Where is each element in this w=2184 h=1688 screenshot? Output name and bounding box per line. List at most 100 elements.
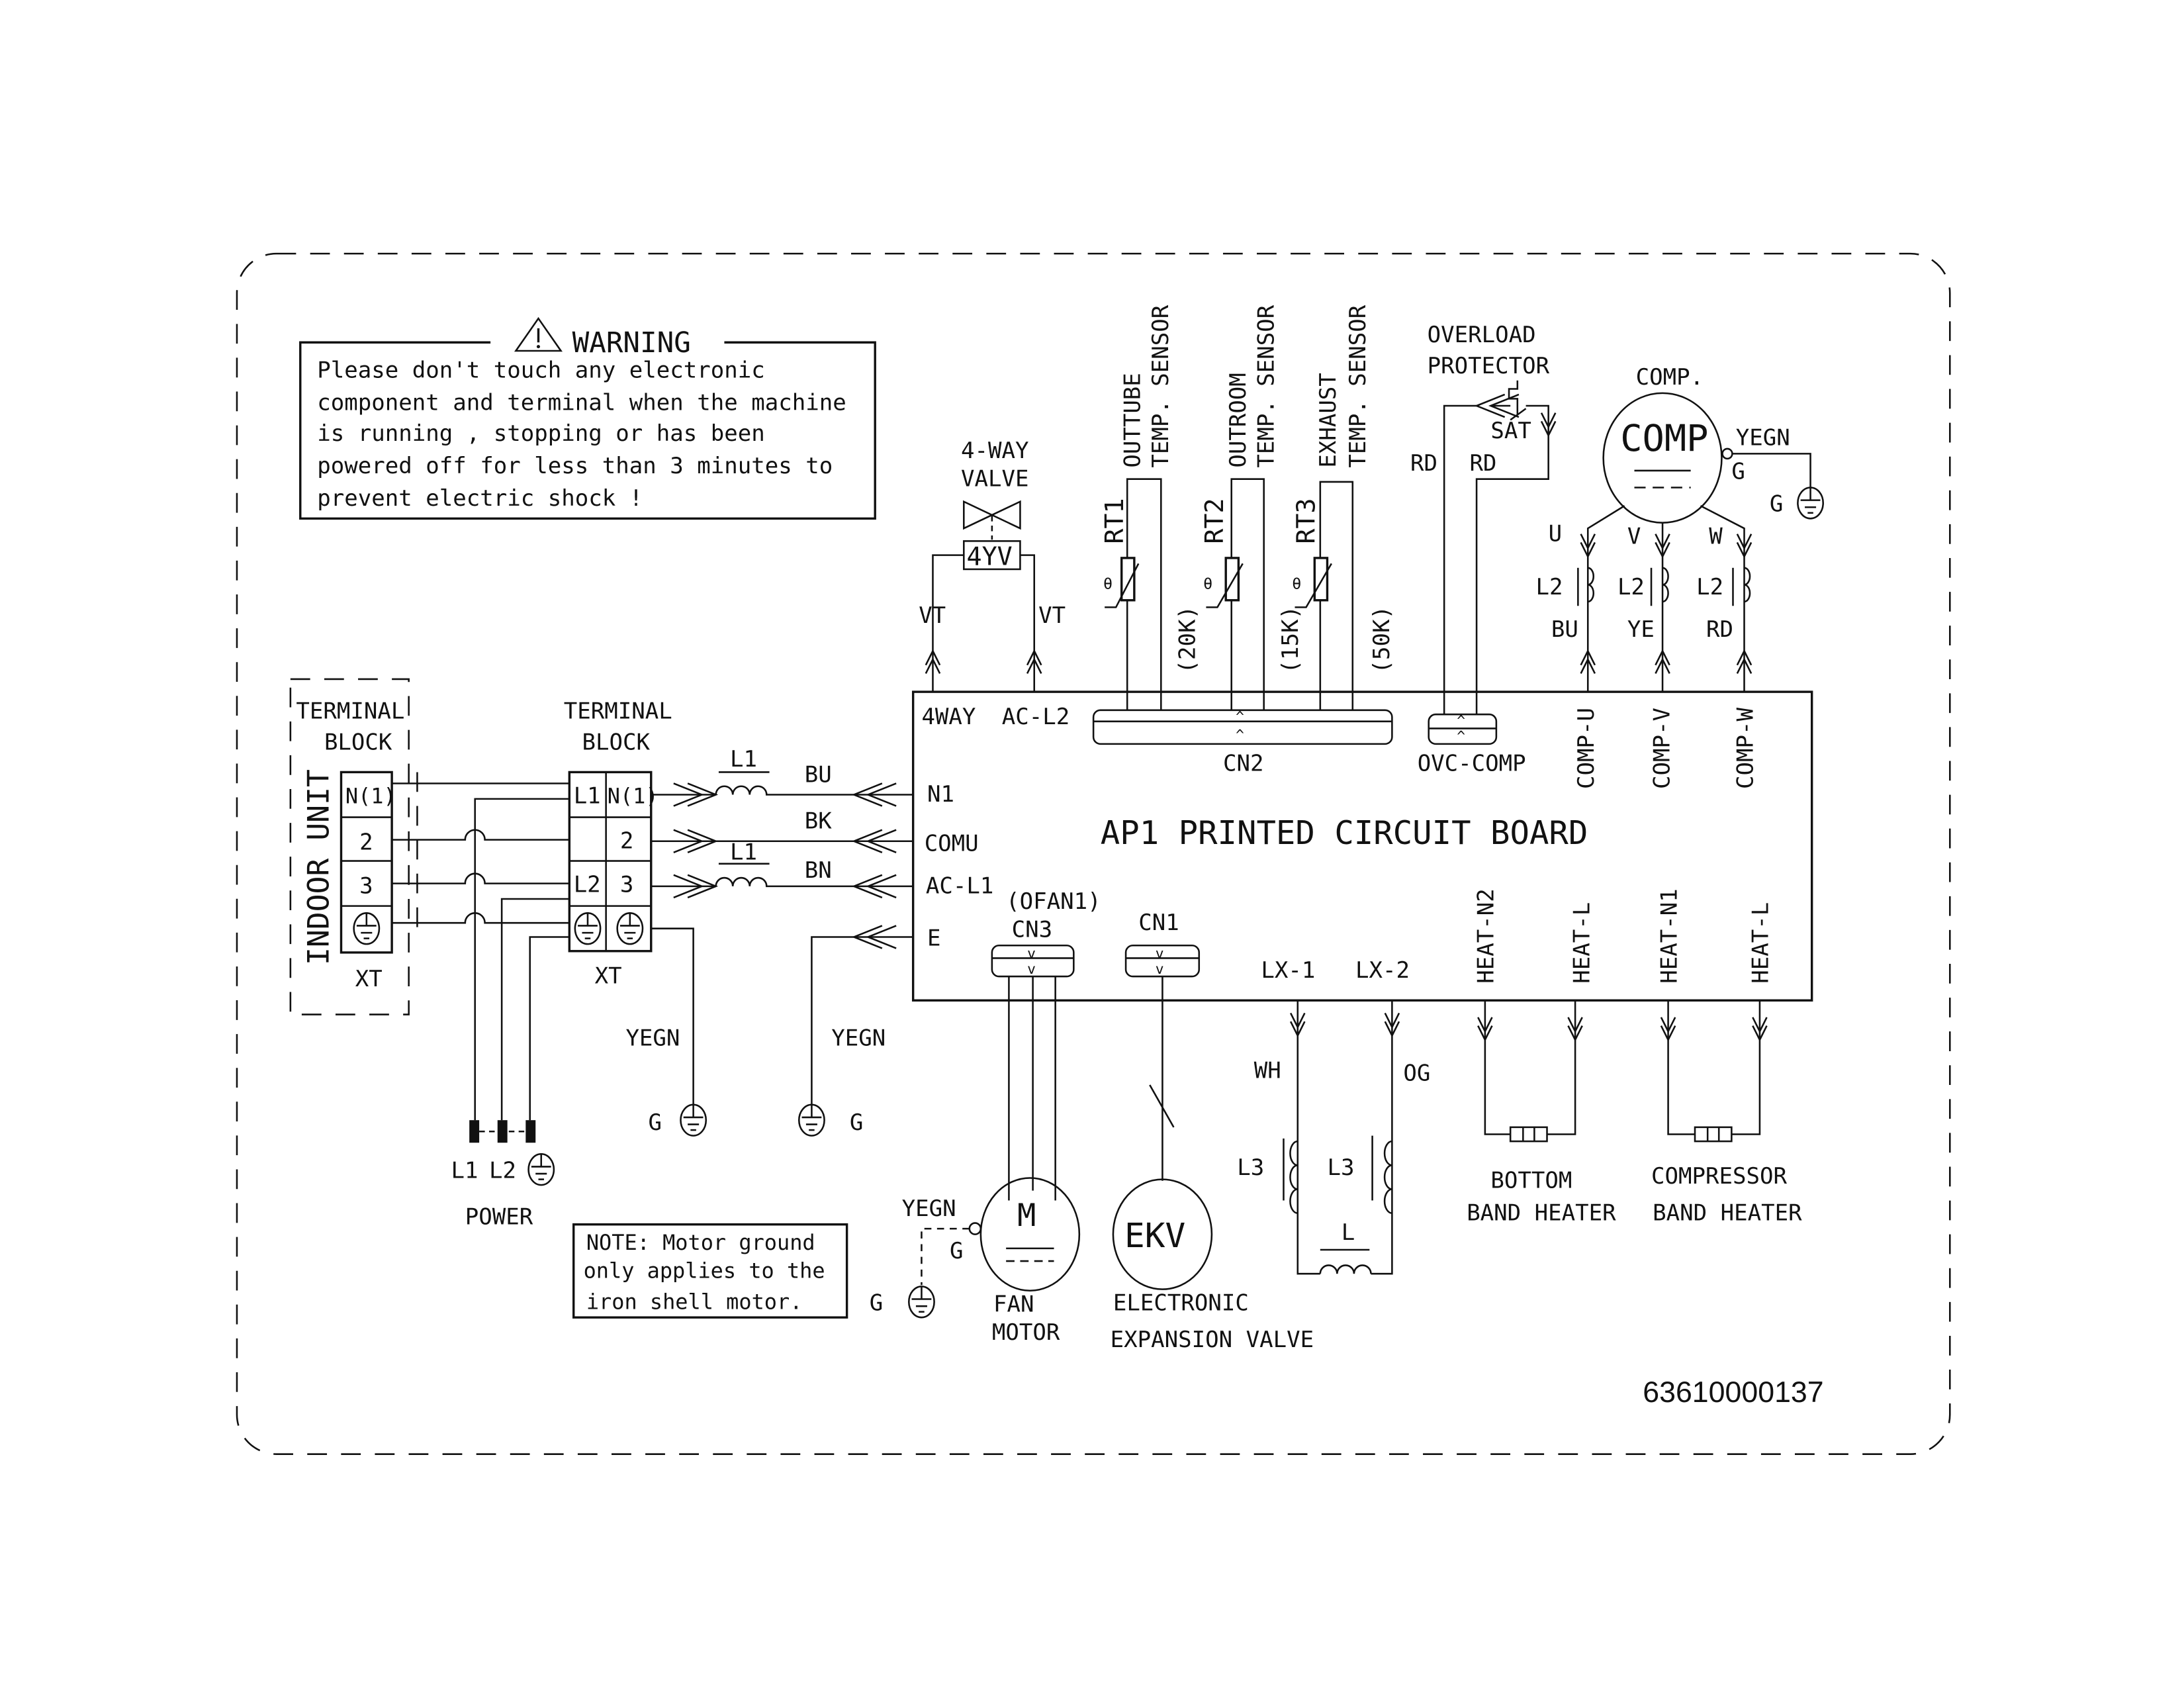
- inductor-l2: [1577, 567, 1751, 606]
- heater-label: COMPRESSOR: [1651, 1163, 1787, 1190]
- power-terminals: L1 L2 POWER: [451, 1120, 555, 1231]
- compressor: COMP. COMP YEGN G G U V W L2 L2 L2 BU YE…: [1535, 364, 1824, 692]
- warning-line: Please don't touch any electronic: [317, 357, 764, 383]
- ekv-label: EXPANSION VALVE: [1111, 1327, 1314, 1353]
- wire-color: BU: [1551, 616, 1578, 643]
- pin-n1: N1: [927, 781, 954, 808]
- wire-vt: VT: [1038, 602, 1066, 629]
- comp-g: G: [1731, 459, 1745, 485]
- sensor-name: TEMP. SENSOR: [1148, 305, 1174, 467]
- overload-title: PROTECTOR: [1428, 353, 1550, 379]
- pin-comp-u: COMP-U: [1573, 708, 1600, 789]
- part-number: 63610000137: [1643, 1376, 1823, 1409]
- phase-v: V: [1627, 524, 1641, 550]
- warning-line: component and terminal when the machine: [317, 389, 846, 416]
- wire-color: YE: [1627, 616, 1655, 643]
- fan-label: FAN: [993, 1291, 1034, 1318]
- svg-text:v: v: [1156, 945, 1164, 962]
- g-label: G: [649, 1109, 662, 1136]
- svg-text:v: v: [1156, 961, 1164, 978]
- terminal-3: 3: [620, 871, 634, 898]
- comp-yegn: YEGN: [1736, 425, 1790, 451]
- ground-icon: [1797, 487, 1824, 520]
- ground-icon: [908, 1286, 935, 1319]
- fan-yegn: YEGN: [902, 1196, 956, 1222]
- terminal-l1: L1: [574, 782, 601, 809]
- pcb-input-wires: L1 BU BK L1 BN YEGN G: [651, 746, 913, 1137]
- cn2-connector: ^ ^ CN2: [1092, 709, 1393, 776]
- coil-label: L3: [1327, 1154, 1354, 1181]
- pin-heat-n1: HEAT-N1: [1656, 888, 1682, 984]
- wire-rd: RD: [1469, 450, 1496, 477]
- pin-heat-l: HEAT-L: [1569, 902, 1595, 984]
- outdoor-xt: XT: [595, 963, 622, 990]
- power-l1: L1: [451, 1157, 478, 1184]
- svg-text:^: ^: [1236, 727, 1244, 743]
- yegn-label: YEGN: [625, 1025, 680, 1051]
- note-box: NOTE: Motor ground only applies to the i…: [572, 1223, 848, 1319]
- phase-w: W: [1709, 524, 1723, 550]
- terminal-n1: N(1): [608, 783, 659, 808]
- svg-text:v: v: [1027, 945, 1036, 962]
- overload-code: SAT: [1490, 418, 1531, 444]
- sensor-id: RT2: [1200, 498, 1230, 543]
- warning-title: WARNING: [572, 326, 691, 359]
- sensor-id: RT3: [1291, 498, 1321, 543]
- sensor-id: RT1: [1100, 498, 1130, 543]
- pin-comp-w: COMP-W: [1732, 707, 1758, 788]
- pcb-title: AP1 PRINTED CIRCUIT BOARD: [1101, 814, 1588, 852]
- sensor-rt2: OUTROOM TEMP. SENSOR RT2 θ (15K): [1200, 305, 1304, 710]
- note-line: NOTE: Motor ground: [586, 1230, 815, 1255]
- sensor-name: OUTTUBE: [1119, 373, 1146, 468]
- motor-symbol: [979, 1177, 1081, 1292]
- svg-text:θ: θ: [1292, 575, 1301, 593]
- wire-color: BU: [805, 761, 832, 788]
- svg-text:θ: θ: [1103, 575, 1113, 593]
- warning-line: powered off for less than 3 minutes to: [317, 453, 833, 479]
- note-line: iron shell motor.: [586, 1289, 803, 1314]
- overload-title: OVERLOAD: [1428, 322, 1536, 348]
- outdoor-block-title: BLOCK: [582, 729, 650, 755]
- wire-color: BK: [805, 808, 832, 835]
- pin-lx1: LX-1: [1261, 957, 1315, 984]
- cn3-ofan: (OFAN1): [1006, 888, 1101, 915]
- phase-u: U: [1549, 520, 1563, 547]
- cn3-label: CN3: [1012, 916, 1053, 943]
- four-way-valve: 4-WAY VALVE 4YV VT VT: [919, 438, 1066, 692]
- fan-motor: M YEGN G G FAN MOTOR: [870, 976, 1081, 1346]
- inductor-label: L2: [1535, 574, 1563, 600]
- heater-label: BAND HEATER: [1653, 1199, 1802, 1226]
- sensor-rt3: EXHAUST TEMP. SENSOR RT3 θ (50K): [1291, 305, 1395, 710]
- compressor-band-heater: COMPRESSOR BAND HEATER: [1651, 1000, 1802, 1226]
- valve-title: VALVE: [961, 465, 1029, 492]
- pcb-board: AP1 PRINTED CIRCUIT BOARD 4WAY AC-L2 N1 …: [911, 690, 1813, 1002]
- pin-lx2: LX-2: [1355, 957, 1410, 984]
- svg-text:^: ^: [1457, 729, 1465, 745]
- sensor-resistance: (15K): [1277, 606, 1304, 674]
- g-label: G: [850, 1109, 864, 1136]
- warning-icon: [514, 316, 563, 352]
- pin-ac-l1: AC-L1: [926, 872, 994, 899]
- pin-4way: 4WAY: [921, 704, 976, 730]
- wire-color: RD: [1706, 616, 1733, 643]
- comp-title: COMP.: [1636, 364, 1704, 391]
- indoor-terminal-block: N(1) 2 3: [340, 771, 396, 954]
- reactor: WH OG L3 L3 L: [1237, 1000, 1430, 1275]
- terminal-3: 3: [359, 872, 373, 899]
- indoor-xt: XT: [355, 966, 383, 992]
- note-line: only applies to the: [584, 1258, 825, 1284]
- cn1-label: CN1: [1138, 910, 1179, 936]
- svg-text:^: ^: [1236, 709, 1244, 726]
- indoor-unit: TERMINAL BLOCK INDOOR UNIT N(1) 2 3 XT: [289, 678, 410, 1015]
- fan-label: MOTOR: [992, 1319, 1060, 1346]
- ovc-connector: ^ ^ OVC-COMP: [1418, 713, 1526, 776]
- wire-og: OG: [1403, 1060, 1430, 1087]
- indoor-unit-label: INDOOR UNIT: [301, 769, 336, 965]
- pin-comp-v: COMP-V: [1649, 708, 1676, 789]
- svg-text:θ: θ: [1203, 575, 1212, 593]
- wire-wh: WH: [1254, 1057, 1281, 1084]
- terminal-ground: YEGN G: [625, 927, 707, 1137]
- svg-text:v: v: [1027, 961, 1036, 978]
- coil-label: L: [1342, 1219, 1355, 1246]
- comp-g: G: [1770, 491, 1784, 518]
